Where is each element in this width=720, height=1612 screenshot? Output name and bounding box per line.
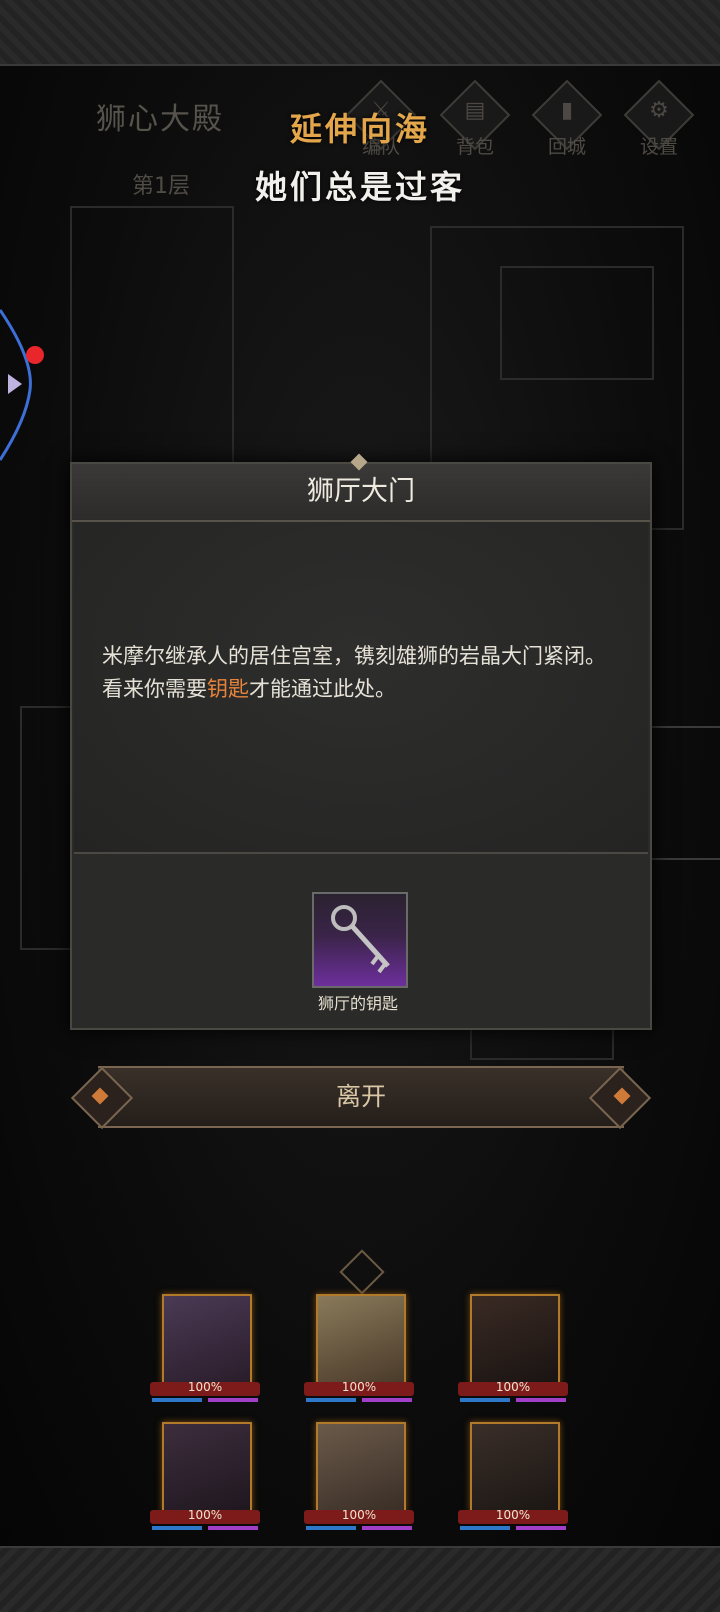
dialog-description: 米摩尔继承人的居住宫室，镌刻雄狮的岩晶大门紧闭。看来你需要钥匙才能通过此处。 (102, 640, 620, 706)
hp-text: 100% (341, 1508, 377, 1522)
mana-bar (152, 1398, 202, 1402)
energy-bar (208, 1526, 258, 1530)
item-slot[interactable] (312, 892, 408, 988)
energy-bar (516, 1398, 566, 1402)
hero-portrait (316, 1422, 406, 1512)
item-name: 狮厅的钥匙 (317, 994, 398, 1013)
hero-card[interactable]: 100% (304, 1422, 414, 1534)
map-wall (500, 266, 654, 380)
event-dialog: 狮厅大门 米摩尔继承人的居住宫室，镌刻雄狮的岩晶大门紧闭。看来你需要钥匙才能通过… (70, 453, 652, 1030)
hero-card[interactable]: 100% (304, 1294, 414, 1406)
hero-card[interactable]: 100% (458, 1422, 568, 1534)
energy-bar (362, 1398, 412, 1402)
hero-card[interactable]: 100% (458, 1294, 568, 1406)
energy-bar (208, 1398, 258, 1402)
hero-card[interactable]: 100% (150, 1294, 260, 1406)
notification-dot (26, 346, 44, 364)
hp-text: 100% (187, 1380, 223, 1394)
overlay-caption-2: 她们总是过客 (254, 168, 465, 206)
hp-text: 100% (495, 1508, 531, 1522)
bottom-frame (0, 1546, 720, 1612)
mana-bar (460, 1398, 510, 1402)
mana-bar (152, 1526, 202, 1530)
hp-text: 100% (495, 1380, 531, 1394)
expand-arrow-icon (8, 374, 22, 394)
map-wall (650, 726, 720, 860)
hero-card[interactable]: 100% (150, 1422, 260, 1534)
hero-portrait (470, 1422, 560, 1512)
desc-highlight: 钥匙 (207, 677, 249, 701)
leave-button-label: 离开 (335, 1082, 386, 1111)
hp-text: 100% (341, 1380, 377, 1394)
leave-button[interactable]: 离开 (70, 1066, 652, 1130)
overlay-caption-1: 延伸向海 (289, 110, 430, 148)
desc-text-end: 才能通过此处。 (249, 677, 396, 701)
hero-portrait (162, 1294, 252, 1384)
hero-portrait (162, 1422, 252, 1512)
hero-portrait (316, 1294, 406, 1384)
top-frame (0, 0, 720, 66)
side-panel-arc[interactable] (0, 300, 40, 470)
energy-bar (362, 1526, 412, 1530)
energy-bar (516, 1526, 566, 1530)
mana-bar (460, 1526, 510, 1530)
mana-bar (306, 1526, 356, 1530)
dialog-title: 狮厅大门 (72, 464, 650, 522)
key-icon (331, 905, 390, 974)
dialog-body: 米摩尔继承人的居住宫室，镌刻雄狮的岩晶大门紧闭。看来你需要钥匙才能通过此处。 (74, 522, 648, 854)
hero-portrait (470, 1294, 560, 1384)
hp-text: 100% (187, 1508, 223, 1522)
mana-bar (306, 1398, 356, 1402)
